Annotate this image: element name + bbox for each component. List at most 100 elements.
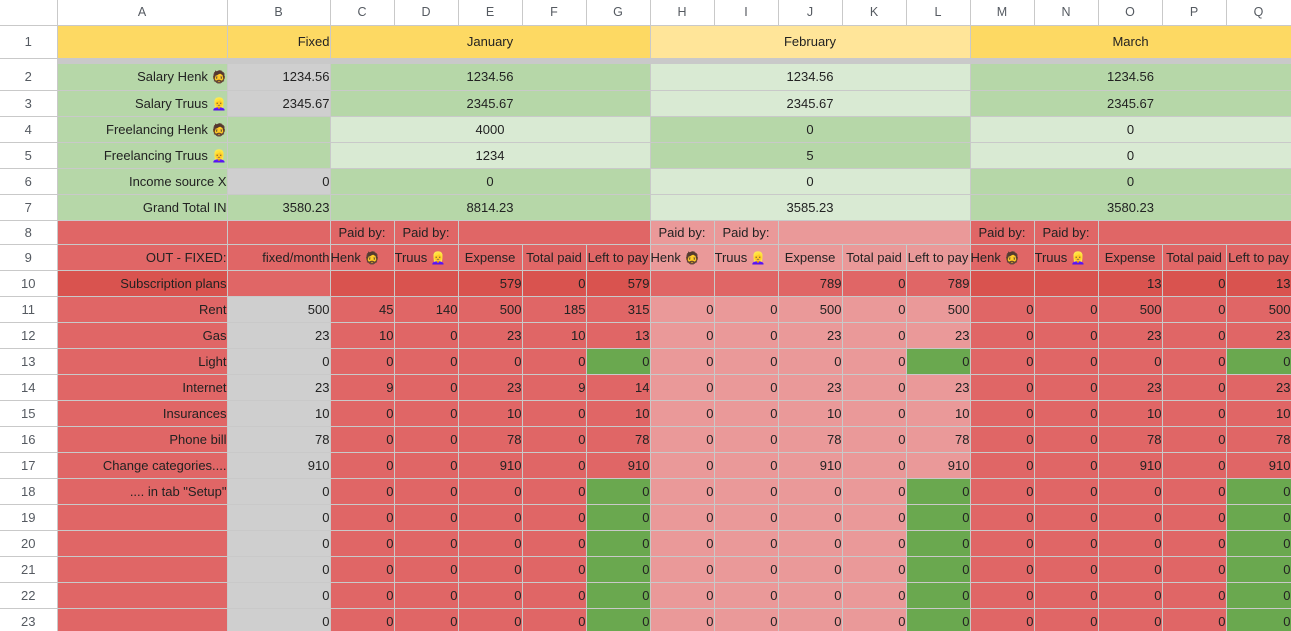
cell-I9-payer-truus-feb[interactable]: Truus 👱‍♀️ [714, 244, 779, 271]
cell-feb-total-paid-r15[interactable]: 0 [842, 400, 907, 427]
row-header-5[interactable]: 5 [0, 142, 58, 169]
row-header-18[interactable]: 18 [0, 478, 58, 505]
cell-P9-total-paid-mar[interactable]: Total paid [1162, 244, 1227, 271]
cell-feb-left-to-pay-r14[interactable]: 23 [906, 374, 971, 401]
cell-mar-expense-r15[interactable]: 10 [1098, 400, 1163, 427]
cell-Q9-left-to-pay-mar[interactable]: Left to pay [1226, 244, 1291, 271]
cell-mar-expense-r20[interactable]: 0 [1098, 530, 1163, 557]
cell-mar-expense-r19[interactable]: 0 [1098, 504, 1163, 531]
cell-mar-income-3[interactable]: 2345.67 [970, 90, 1291, 117]
cell-mar-left-to-pay-r12[interactable]: 23 [1226, 322, 1291, 349]
cell-mar-truus-r15[interactable]: 0 [1034, 400, 1099, 427]
cell-mar-total-paid-r22[interactable]: 0 [1162, 582, 1227, 609]
cell-G9-left-to-pay-jan[interactable]: Left to pay [586, 244, 651, 271]
cell-mar-truus-r21[interactable]: 0 [1034, 556, 1099, 583]
cell-B8[interactable] [227, 220, 331, 245]
column-header-N[interactable]: N [1034, 0, 1099, 26]
cell-feb-henk-r16[interactable]: 0 [650, 426, 715, 453]
cell-N10[interactable] [1034, 270, 1099, 297]
cell-feb-income-2[interactable]: 1234.56 [650, 64, 971, 91]
cell-B7-grand-total-fixed[interactable]: 3580.23 [227, 193, 331, 221]
cell-jan-truus-r13[interactable]: 0 [394, 348, 459, 375]
cell-mar-expense-r18[interactable]: 0 [1098, 478, 1163, 505]
cell-mar-grand-total[interactable]: 3580.23 [970, 193, 1291, 221]
row-header-22[interactable]: 22 [0, 582, 58, 609]
cell-D10[interactable] [394, 270, 459, 297]
cell-jan-expense-r17[interactable]: 910 [458, 452, 523, 479]
cell-jan-left-to-pay-r14[interactable]: 14 [586, 374, 651, 401]
cell-jan-income-5[interactable]: 1234 [330, 142, 651, 169]
row-header-23[interactable]: 23 [0, 608, 58, 631]
cell-E10-expense-jan[interactable]: 579 [458, 270, 523, 297]
cell-EG8-jan[interactable] [458, 220, 651, 245]
cell-A19-expense-label[interactable] [57, 504, 228, 531]
cell-A17-expense-label[interactable]: Change categories.... [57, 452, 228, 479]
row-header-20[interactable]: 20 [0, 530, 58, 557]
cell-jan-total-paid-r14[interactable]: 9 [522, 374, 587, 401]
cell-feb-left-to-pay-r15[interactable]: 10 [906, 400, 971, 427]
cell-feb-henk-r23[interactable]: 0 [650, 608, 715, 631]
row-header-7[interactable]: 7 [0, 194, 58, 221]
cell-jan-total-paid-r17[interactable]: 0 [522, 452, 587, 479]
cell-mar-henk-r11[interactable]: 0 [970, 296, 1035, 323]
cell-feb-truus-r14[interactable]: 0 [714, 374, 779, 401]
cell-month-february[interactable]: February [650, 25, 971, 59]
column-header-E[interactable]: E [458, 0, 523, 26]
row-header-9[interactable]: 9 [0, 244, 58, 271]
row-header-19[interactable]: 19 [0, 504, 58, 531]
cell-feb-truus-r11[interactable]: 0 [714, 296, 779, 323]
cell-jan-truus-r17[interactable]: 0 [394, 452, 459, 479]
cell-H9-payer-henk-feb[interactable]: Henk 🧔 [650, 244, 715, 271]
cell-mar-left-to-pay-r11[interactable]: 500 [1226, 296, 1291, 323]
cell-A1[interactable] [57, 25, 228, 59]
cell-feb-total-paid-r17[interactable]: 0 [842, 452, 907, 479]
cell-feb-expense-r21[interactable]: 0 [778, 556, 843, 583]
cell-mar-left-to-pay-r18[interactable]: 0 [1226, 478, 1291, 505]
cell-F10-total-paid-jan[interactable]: 0 [522, 270, 587, 297]
cell-mar-left-to-pay-r17[interactable]: 910 [1226, 452, 1291, 479]
cell-mar-expense-r17[interactable]: 910 [1098, 452, 1163, 479]
cell-B13-fixed[interactable]: 0 [226, 348, 331, 375]
cell-mar-henk-r23[interactable]: 0 [970, 608, 1035, 631]
cell-mar-total-paid-r14[interactable]: 0 [1162, 374, 1227, 401]
cell-feb-henk-r14[interactable]: 0 [650, 374, 715, 401]
row-header-3[interactable]: 3 [0, 90, 58, 117]
cell-jan-truus-r21[interactable]: 0 [394, 556, 459, 583]
cell-jan-total-paid-r21[interactable]: 0 [522, 556, 587, 583]
cell-feb-expense-r22[interactable]: 0 [778, 582, 843, 609]
row-header-16[interactable]: 16 [0, 426, 58, 453]
cell-feb-henk-r12[interactable]: 0 [650, 322, 715, 349]
cell-jan-henk-r16[interactable]: 0 [330, 426, 395, 453]
cell-mar-income-2[interactable]: 1234.56 [970, 64, 1291, 91]
column-header-A[interactable]: A [57, 0, 228, 26]
cell-feb-total-paid-r22[interactable]: 0 [842, 582, 907, 609]
column-header-M[interactable]: M [970, 0, 1035, 26]
cell-B5-income-fixed[interactable] [227, 142, 331, 169]
cell-C8-paid-by-jan-henk[interactable]: Paid by: [330, 220, 395, 245]
cell-feb-left-to-pay-r19[interactable]: 0 [906, 504, 971, 531]
cell-mar-henk-r19[interactable]: 0 [970, 504, 1035, 531]
cell-A15-expense-label[interactable]: Insurances [57, 400, 228, 427]
cell-jan-expense-r20[interactable]: 0 [458, 530, 523, 557]
cell-mar-left-to-pay-r15[interactable]: 10 [1226, 400, 1291, 427]
column-header-K[interactable]: K [842, 0, 907, 26]
cell-mar-truus-r23[interactable]: 0 [1034, 608, 1099, 631]
cell-feb-expense-r20[interactable]: 0 [778, 530, 843, 557]
cell-jan-henk-r17[interactable]: 0 [330, 452, 395, 479]
cell-feb-truus-r21[interactable]: 0 [714, 556, 779, 583]
cell-jan-expense-r19[interactable]: 0 [458, 504, 523, 531]
cell-jan-truus-r22[interactable]: 0 [394, 582, 459, 609]
cell-feb-expense-r15[interactable]: 10 [778, 400, 843, 427]
cell-mar-total-paid-r19[interactable]: 0 [1162, 504, 1227, 531]
cell-feb-expense-r12[interactable]: 23 [778, 322, 843, 349]
cell-jan-left-to-pay-r11[interactable]: 315 [586, 296, 651, 323]
cell-mar-henk-r17[interactable]: 0 [970, 452, 1035, 479]
cell-feb-income-6[interactable]: 0 [650, 168, 971, 195]
cell-A2-income-label[interactable]: Salary Henk 🧔 [57, 64, 228, 91]
cell-feb-left-to-pay-r22[interactable]: 0 [906, 582, 971, 609]
cell-feb-total-paid-r20[interactable]: 0 [842, 530, 907, 557]
cell-jan-henk-r20[interactable]: 0 [330, 530, 395, 557]
cell-feb-total-paid-r11[interactable]: 0 [842, 296, 907, 323]
cell-mar-expense-r16[interactable]: 78 [1098, 426, 1163, 453]
cell-feb-expense-r11[interactable]: 500 [778, 296, 843, 323]
